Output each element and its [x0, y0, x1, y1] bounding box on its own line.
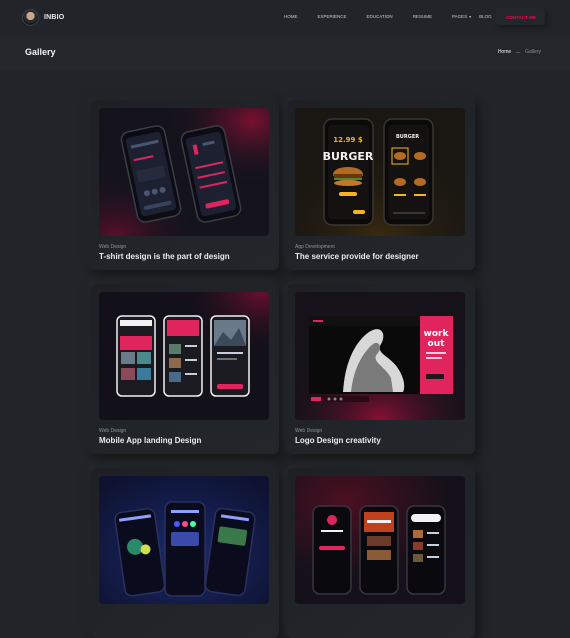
nav-pages-label: PAGES [451, 14, 468, 19]
card-category: Web Design [99, 428, 127, 434]
gallery-card[interactable]: 12.99 $ BURGER BURGER App Development Th… [287, 100, 475, 270]
workout-line2: out [428, 339, 446, 349]
avatar [22, 9, 39, 26]
card-title[interactable]: T-shirt design is the part of design [99, 252, 230, 261]
card-category: Web Design [99, 244, 127, 250]
portfolio-thumbnail[interactable] [295, 476, 465, 604]
gallery-card[interactable]: work out Web Design Logo Design creativi… [287, 284, 475, 454]
gallery-card[interactable]: Web Design T-shirt design is the part of… [91, 100, 279, 270]
top-header: INBIO HOME EXPERIENCE EDUCATION RESUME P… [0, 0, 570, 36]
breadcrumb: Home Gallery [498, 49, 541, 55]
gallery-card[interactable]: Web Design Mobile App landing Design [91, 284, 279, 454]
breadcrumb-current: Gallery [525, 49, 541, 55]
burger-small: BURGER [396, 134, 419, 140]
nav-experience[interactable]: EXPERIENCE [318, 14, 347, 19]
nav-education[interactable]: EDUCATION [367, 14, 393, 19]
gallery-card[interactable] [287, 468, 475, 638]
nav-resume[interactable]: RESUME [413, 14, 432, 19]
brand-name: INBIO [44, 14, 65, 21]
page-titlebar: Gallery Home Gallery [0, 36, 570, 70]
portfolio-thumbnail[interactable] [99, 108, 269, 236]
gallery-card[interactable] [91, 468, 279, 638]
portfolio-thumbnail[interactable]: work out [295, 292, 465, 420]
breadcrumb-home[interactable]: Home [498, 49, 511, 55]
workout-line1: work [424, 329, 450, 339]
breadcrumb-separator [516, 51, 521, 53]
logo[interactable]: INBIO [22, 9, 64, 26]
card-title[interactable]: The service provide for designer [295, 252, 419, 261]
card-title[interactable]: Logo Design creativity [295, 436, 381, 445]
burger-word: BURGER [323, 150, 374, 163]
portfolio-thumbnail[interactable] [99, 292, 269, 420]
chevron-down-icon: ▾ [469, 14, 472, 19]
portfolio-thumbnail[interactable]: 12.99 $ BURGER BURGER [295, 108, 465, 236]
burger-price: 12.99 $ [333, 136, 363, 144]
page-title: Gallery [25, 47, 56, 57]
card-category: App Development [295, 244, 335, 250]
nav-blog[interactable]: BLOG [479, 14, 492, 19]
card-category: Web Design [295, 428, 323, 434]
nav-pages[interactable]: PAGES ▾ [452, 14, 471, 19]
contact-me-button[interactable]: CONTACT ME [497, 10, 545, 25]
nav-home[interactable]: HOME [284, 14, 298, 19]
card-title[interactable]: Mobile App landing Design [99, 436, 201, 445]
portfolio-thumbnail[interactable] [99, 476, 269, 604]
